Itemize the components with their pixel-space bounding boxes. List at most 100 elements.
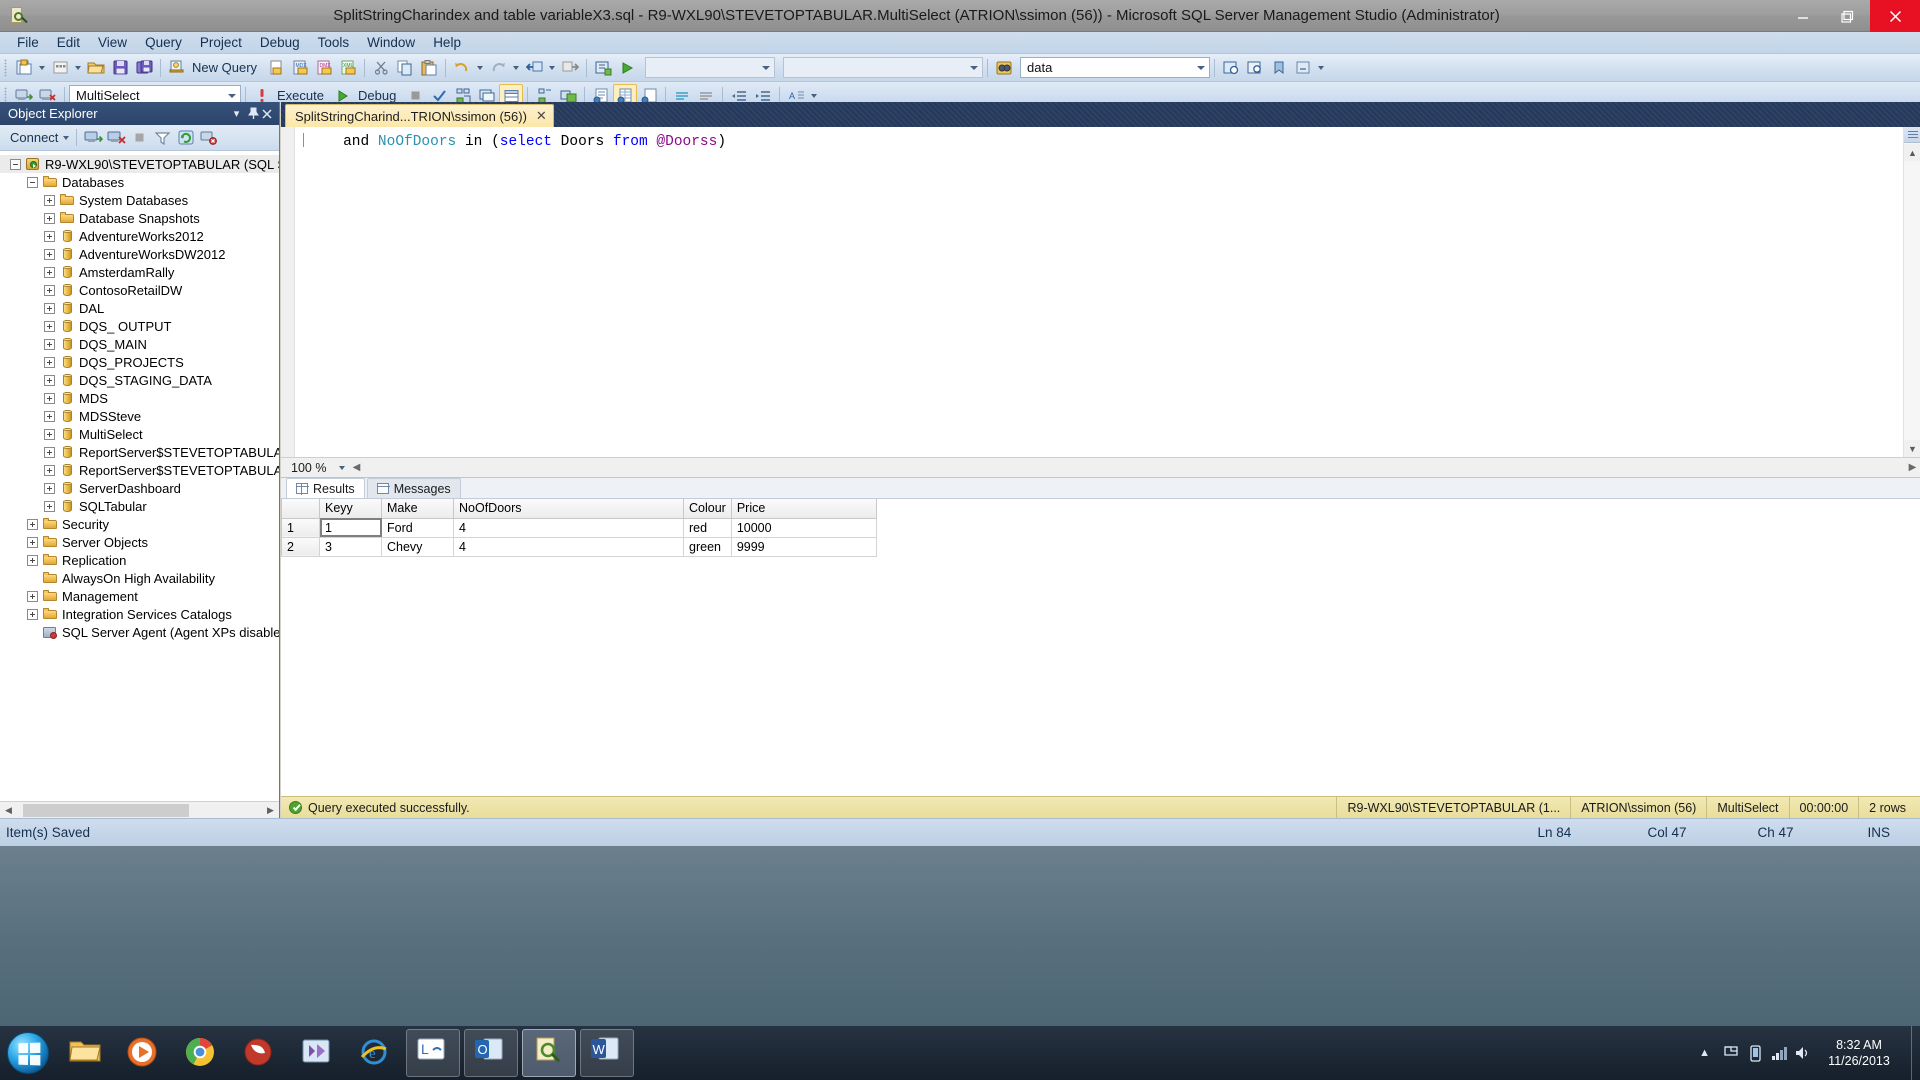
- menu-query[interactable]: Query: [136, 33, 191, 52]
- tree-node[interactable]: DQS_PROJECTS: [0, 353, 279, 371]
- taskbar-media-player[interactable]: [116, 1029, 170, 1077]
- refresh-icon[interactable]: [174, 127, 197, 149]
- tree-node[interactable]: MDSSteve: [0, 407, 279, 425]
- menu-tools[interactable]: Tools: [309, 33, 359, 52]
- stop-square-icon[interactable]: [128, 127, 151, 149]
- expand-icon[interactable]: [44, 446, 55, 458]
- tree-node[interactable]: ReportServer$STEVETOPTABULARTen: [0, 461, 279, 479]
- tree-node[interactable]: Server Objects: [0, 533, 279, 551]
- speaker-icon[interactable]: [1791, 1026, 1815, 1080]
- help-button[interactable]: [1291, 56, 1315, 80]
- new-project-button[interactable]: [12, 56, 36, 80]
- bookmark-button[interactable]: [1267, 56, 1291, 80]
- secondary-combo[interactable]: [783, 57, 984, 78]
- find-next-button[interactable]: [1219, 56, 1243, 80]
- scroll-right-arrow[interactable]: ▶: [262, 801, 279, 819]
- disconnect-all-icon[interactable]: [197, 127, 220, 149]
- taskbar-visual-studio[interactable]: [290, 1029, 344, 1077]
- taskbar-internet-explorer[interactable]: e: [348, 1029, 402, 1077]
- table-cell[interactable]: Chevy: [381, 537, 454, 557]
- expand-icon[interactable]: [44, 482, 55, 494]
- expand-icon[interactable]: [44, 212, 55, 224]
- new-query-button[interactable]: [165, 56, 189, 80]
- table-row[interactable]: 2 3 Chevy 4 green 9999: [281, 537, 877, 557]
- menu-file[interactable]: File: [8, 33, 48, 52]
- find-binoculars-icon[interactable]: [992, 56, 1016, 80]
- flag-icon[interactable]: [1719, 1026, 1743, 1080]
- new-query-label[interactable]: New Query: [189, 60, 264, 75]
- tree-node[interactable]: MultiSelect: [0, 425, 279, 443]
- collapse-icon[interactable]: [27, 176, 38, 188]
- expand-icon[interactable]: [44, 302, 55, 314]
- zoom-level-combo[interactable]: 100 %: [287, 458, 349, 477]
- execute-button[interactable]: Execute: [274, 88, 331, 103]
- menu-help[interactable]: Help: [424, 33, 470, 52]
- show-desktop-button[interactable]: [1911, 1026, 1920, 1080]
- tree-node[interactable]: Databases: [0, 173, 279, 191]
- taskbar-lync[interactable]: L: [406, 1029, 460, 1077]
- tree-node[interactable]: DAL: [0, 299, 279, 317]
- menu-edit[interactable]: Edit: [48, 33, 89, 52]
- open-folder-button[interactable]: [84, 56, 108, 80]
- connect-button[interactable]: Connect: [6, 128, 71, 147]
- connect-server-icon[interactable]: [82, 127, 105, 149]
- find-input[interactable]: data: [1020, 57, 1211, 78]
- close-icon[interactable]: [262, 104, 279, 124]
- column-header[interactable]: NoOfDoors: [453, 499, 684, 519]
- taskbar-word[interactable]: W: [580, 1029, 634, 1077]
- expand-icon[interactable]: [44, 374, 55, 386]
- expand-icon[interactable]: [44, 356, 55, 368]
- tree-node[interactable]: SQLTabular: [0, 497, 279, 515]
- tree-node[interactable]: R9-WXL90\STEVETOPTABULAR (SQL Server: [0, 155, 279, 173]
- tree-node[interactable]: SQL Server Agent (Agent XPs disabled): [0, 623, 279, 641]
- new-item-dropdown[interactable]: [72, 56, 84, 80]
- xmla-query-button[interactable]: XML: [336, 56, 360, 80]
- expand-icon[interactable]: [27, 536, 38, 548]
- scissors-icon[interactable]: [369, 56, 393, 80]
- dmx-query-button[interactable]: DMX: [312, 56, 336, 80]
- taskbar-file-explorer[interactable]: [58, 1029, 112, 1077]
- collapse-icon[interactable]: [10, 158, 21, 170]
- editor-hscroll-track[interactable]: [364, 458, 1905, 478]
- tree-node[interactable]: DQS_STAGING_DATA: [0, 371, 279, 389]
- toolbar-grip[interactable]: [4, 58, 7, 77]
- undo-arrow-icon[interactable]: [450, 56, 474, 80]
- close-button[interactable]: [1870, 0, 1920, 32]
- table-cell[interactable]: Ford: [381, 518, 454, 538]
- tab-messages[interactable]: Messages: [366, 478, 461, 498]
- table-cell[interactable]: 3: [319, 537, 382, 557]
- undo-dropdown[interactable]: [474, 56, 486, 80]
- taskbar-ssms[interactable]: [522, 1029, 576, 1077]
- expand-icon[interactable]: [44, 392, 55, 404]
- green-play-icon[interactable]: [615, 56, 639, 80]
- tree-node[interactable]: MDS: [0, 389, 279, 407]
- redo-dropdown[interactable]: [510, 56, 522, 80]
- tree-node[interactable]: Replication: [0, 551, 279, 569]
- tree-node[interactable]: Integration Services Catalogs: [0, 605, 279, 623]
- expand-icon[interactable]: [44, 464, 55, 476]
- tree-node[interactable]: AlwaysOn High Availability: [0, 569, 279, 587]
- tree-node[interactable]: DQS_MAIN: [0, 335, 279, 353]
- disconnect-server-icon[interactable]: [105, 127, 128, 149]
- table-cell[interactable]: 10000: [731, 518, 877, 538]
- expand-icon[interactable]: [27, 608, 38, 620]
- row-header-corner[interactable]: [281, 499, 320, 519]
- chevron-up-icon[interactable]: ▲: [1690, 1047, 1719, 1059]
- chevron-down-icon[interactable]: ▾: [228, 104, 245, 124]
- find-in-files-button[interactable]: [1243, 56, 1267, 80]
- expand-icon[interactable]: [44, 230, 55, 242]
- row-number[interactable]: 2: [281, 537, 320, 557]
- solution-explorer-icon[interactable]: [591, 56, 615, 80]
- editor-split-button[interactable]: [1904, 127, 1920, 143]
- expand-icon[interactable]: [44, 338, 55, 350]
- expand-icon[interactable]: [44, 410, 55, 422]
- column-header[interactable]: Make: [381, 499, 454, 519]
- editor-tab[interactable]: SplitStringCharind...TRION\ssimon (56)) …: [285, 104, 554, 127]
- tree-node[interactable]: Security: [0, 515, 279, 533]
- target-combo[interactable]: [645, 57, 776, 78]
- new-database-engine-query-button[interactable]: [264, 56, 288, 80]
- scroll-thumb[interactable]: [23, 803, 189, 817]
- hscroll-left-arrow[interactable]: ◀: [349, 462, 364, 473]
- expand-icon[interactable]: [44, 428, 55, 440]
- expand-icon[interactable]: [27, 590, 38, 602]
